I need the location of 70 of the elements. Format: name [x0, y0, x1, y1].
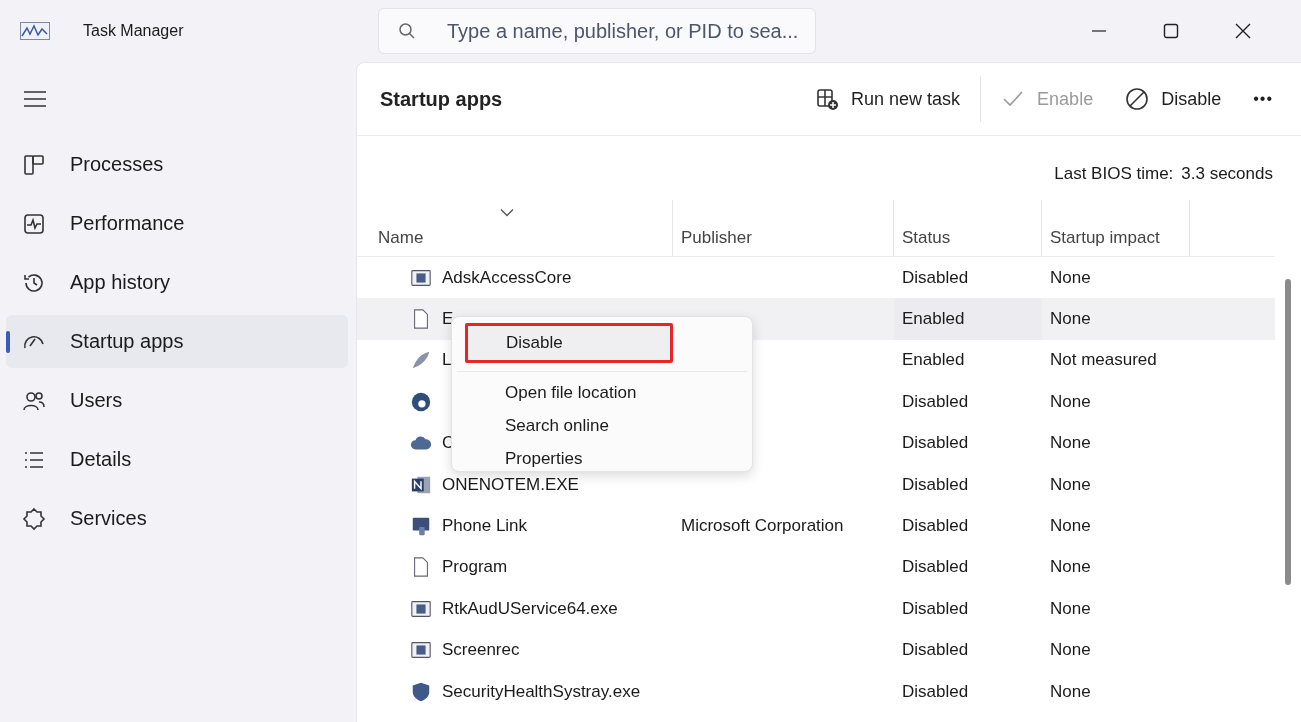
table-cell: E [442, 309, 454, 330]
table-cell: Screenrec [442, 640, 520, 661]
table-cell: ONENOTEM.EXE [442, 474, 579, 495]
bios-time-value: 3.3 seconds [1181, 164, 1273, 185]
table-cell: None [1050, 640, 1091, 661]
minimize-icon [1091, 30, 1107, 32]
column-header[interactable]: Startup impact [1042, 200, 1190, 256]
table-cell: RtkAudUService64.exe [442, 598, 618, 619]
page-title: Startup apps [380, 87, 503, 111]
menu-item[interactable]: Search online [457, 409, 747, 442]
bios-time-label: Last BIOS time: [1054, 164, 1174, 185]
table-cell-text: Disabled [901, 266, 970, 289]
table-cell: None [1050, 391, 1091, 412]
table-cell: SecurityHealthSystray.exe [442, 681, 641, 702]
table-cell: Program [442, 557, 508, 578]
menu-item[interactable]: Disable [465, 323, 673, 363]
table-cell-text: Disabled [901, 680, 970, 703]
table-cell: L [442, 350, 452, 371]
table-cell: None [1050, 681, 1091, 702]
toolbar-button[interactable]: Run new task [799, 79, 977, 119]
menu-item[interactable]: Properties [457, 442, 747, 475]
table-cell-text: Disabled [901, 432, 970, 455]
sidebar-item[interactable]: Startup apps [6, 315, 348, 368]
app-logo-icon [20, 22, 50, 40]
phone-icon [410, 515, 432, 538]
prohibited-icon [1125, 87, 1150, 111]
sidebar-item[interactable]: Users [6, 374, 348, 427]
table-cell: None [1050, 309, 1091, 330]
table-cell: None [1050, 474, 1091, 495]
column-header[interactable]: Status [894, 200, 1042, 256]
maximize-icon [1163, 23, 1179, 39]
toolbar-button[interactable]: Disable [1109, 79, 1238, 119]
table-cell: None [1050, 516, 1091, 537]
table-cell: None [1050, 557, 1091, 578]
sidebar-item[interactable]: Details [6, 433, 348, 486]
table-cell: AdskAccessCore [442, 267, 572, 288]
column-header[interactable]: Name [357, 200, 673, 256]
gear-icon [22, 506, 46, 531]
sidebar-item[interactable]: Processes [6, 138, 348, 191]
table-cell-text: Disabled [901, 515, 970, 538]
column-header[interactable]: Publisher [673, 200, 894, 256]
window-title: Task Manager [83, 22, 185, 40]
grid-icon [22, 152, 46, 177]
table-cell: Microsoft Corporation [681, 516, 844, 537]
table-cell-text: Disabled [901, 597, 970, 620]
table-cell: Not measured [1050, 350, 1157, 371]
pulse-icon [22, 211, 46, 236]
table-cell: None [1050, 598, 1091, 619]
menu-item[interactable]: Open file location [457, 376, 747, 409]
sidebar-item[interactable]: Services [6, 492, 348, 545]
table-cell: Enabled [894, 298, 1042, 340]
scrollbar-thumb[interactable] [1285, 279, 1291, 585]
search-icon [398, 22, 416, 40]
run-task-icon [815, 87, 840, 111]
table-cell-text: Disabled [901, 556, 970, 579]
sort-chevron-icon [500, 208, 514, 218]
shield-icon [410, 680, 432, 703]
table-cell: Phone Link [442, 516, 528, 537]
more-button[interactable]: ••• [1237, 79, 1289, 119]
table-cell-text: Enabled [901, 349, 966, 372]
menu-icon[interactable] [23, 90, 47, 108]
table-cell: None [1050, 433, 1091, 454]
table-cell-text: Disabled [901, 473, 970, 496]
table-cell-text: Disabled [901, 639, 970, 662]
close-icon [1235, 23, 1251, 39]
sidebar-item[interactable]: App history [6, 256, 348, 309]
sidebar-item[interactable]: Performance [6, 197, 348, 250]
table-cell: None [1050, 267, 1091, 288]
table-cell-text: Disabled [901, 390, 970, 413]
search-field[interactable]: Type a name, publisher, or PID to sea... [378, 8, 816, 54]
